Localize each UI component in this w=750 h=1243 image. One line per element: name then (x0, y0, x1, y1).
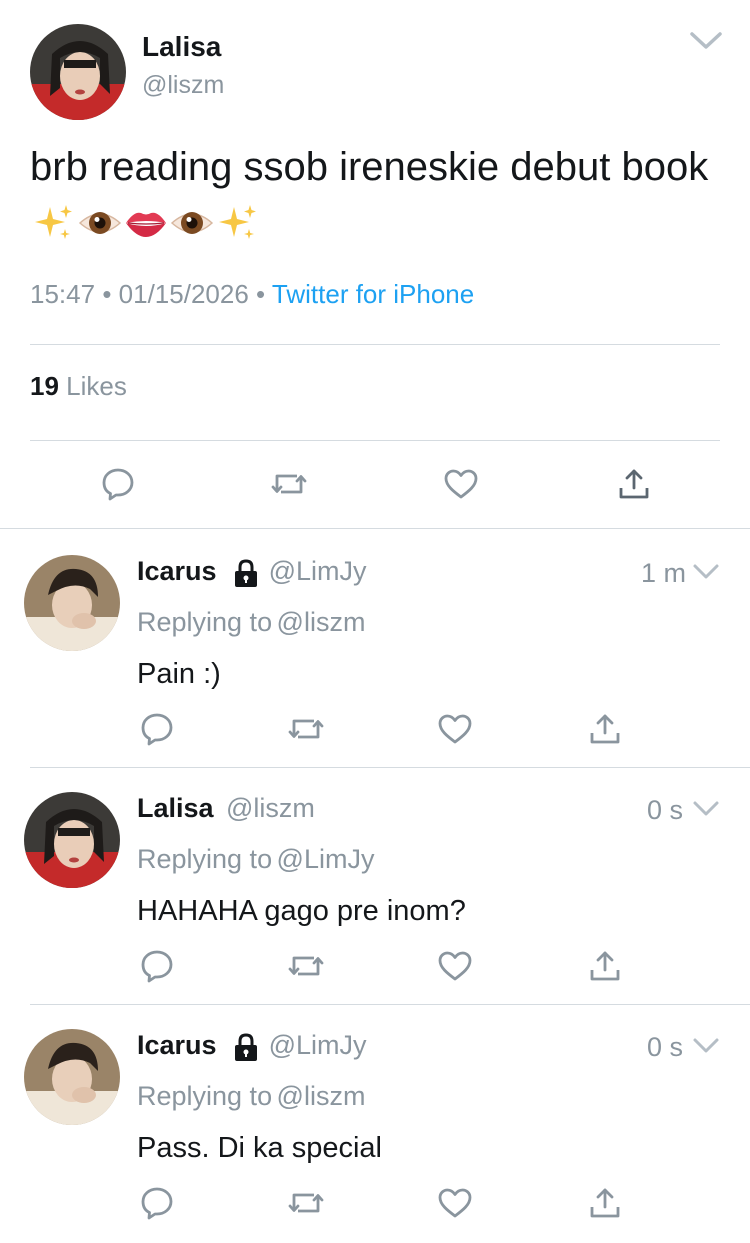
retweet-icon[interactable] (269, 464, 309, 504)
replying-to-label: Replying to (137, 1081, 273, 1111)
reply-time: 0 s (647, 795, 684, 825)
sparkles-emoji (32, 201, 76, 245)
reply-header: Lalisa @liszm (137, 793, 315, 824)
avatar[interactable] (24, 1029, 120, 1125)
divider (30, 440, 720, 441)
reply-author-name[interactable]: Lalisa (137, 793, 214, 823)
reply-icon[interactable] (98, 464, 138, 504)
tweet-time: 15:47 (30, 279, 96, 309)
avatar[interactable] (24, 792, 120, 888)
likes-label: Likes (66, 371, 127, 401)
eye-emoji (170, 201, 214, 245)
reply-header: Icarus @LimJy (137, 556, 366, 591)
tweet-date: 01/15/2026 (118, 279, 249, 309)
heart-icon[interactable] (441, 464, 481, 504)
lips-emoji (124, 201, 168, 245)
avatar[interactable] (30, 24, 126, 120)
tweet-text: brb reading ssob ireneskie debut book (30, 140, 710, 248)
retweet-icon[interactable] (286, 709, 326, 749)
eye-emoji (78, 201, 122, 245)
tweet-text-body: brb reading ssob ireneskie debut book (30, 145, 709, 189)
avatar[interactable] (24, 555, 120, 651)
divider (0, 528, 750, 529)
meta-separator: • (256, 279, 266, 309)
heart-icon[interactable] (435, 709, 475, 749)
reply-author-handle[interactable]: @liszm (226, 793, 315, 823)
reply-header: Icarus @LimJy (137, 1030, 366, 1065)
replying-to-handle[interactable]: @liszm (277, 607, 366, 637)
replying-to: Replying to @LimJy (137, 844, 374, 875)
reply-time: 0 s (647, 1032, 684, 1062)
reply-author-name[interactable]: Icarus (137, 556, 217, 586)
heart-icon[interactable] (435, 1183, 475, 1223)
replying-to-handle[interactable]: @liszm (277, 1081, 366, 1111)
reply-time: 1 m (641, 558, 687, 588)
share-icon[interactable] (585, 709, 625, 749)
replying-to-label: Replying to (137, 844, 273, 874)
retweet-icon[interactable] (286, 946, 326, 986)
reply-icon[interactable] (137, 1183, 177, 1223)
chevron-down-icon[interactable] (692, 1037, 720, 1055)
heart-icon[interactable] (435, 946, 475, 986)
sparkles-emoji (216, 201, 260, 245)
reply-icon[interactable] (137, 709, 177, 749)
share-icon[interactable] (585, 946, 625, 986)
likes-count[interactable]: 19 Likes (30, 371, 127, 402)
lock-icon (231, 1032, 261, 1062)
reply-text: Pass. Di ka special (137, 1132, 382, 1164)
share-icon[interactable] (614, 464, 654, 504)
tweet-meta: 15:47 • 01/15/2026 • Twitter for iPhone (30, 279, 474, 310)
replying-to-handle[interactable]: @LimJy (277, 844, 375, 874)
author-handle[interactable]: @liszm (142, 71, 224, 100)
reply-author-handle[interactable]: @LimJy (269, 556, 367, 586)
share-icon[interactable] (585, 1183, 625, 1223)
reply-author-handle[interactable]: @LimJy (269, 1030, 367, 1060)
chevron-down-icon[interactable] (689, 30, 723, 52)
divider (30, 767, 750, 768)
meta-separator: • (102, 279, 112, 309)
reply-text: HAHAHA gago pre inom? (137, 895, 466, 927)
lock-icon (231, 558, 261, 588)
chevron-down-icon[interactable] (692, 800, 720, 818)
divider (30, 1004, 750, 1005)
replying-to: Replying to @liszm (137, 607, 365, 638)
reply-author-name[interactable]: Icarus (137, 1030, 217, 1060)
tweet-source-link[interactable]: Twitter for iPhone (272, 279, 474, 309)
likes-number: 19 (30, 371, 59, 401)
reply-text: Pain :) (137, 658, 221, 690)
divider (30, 344, 720, 345)
replying-to: Replying to @liszm (137, 1081, 365, 1112)
reply-icon[interactable] (137, 946, 177, 986)
retweet-icon[interactable] (286, 1183, 326, 1223)
author-name[interactable]: Lalisa (142, 31, 221, 63)
chevron-down-icon[interactable] (692, 563, 720, 581)
replying-to-label: Replying to (137, 607, 273, 637)
